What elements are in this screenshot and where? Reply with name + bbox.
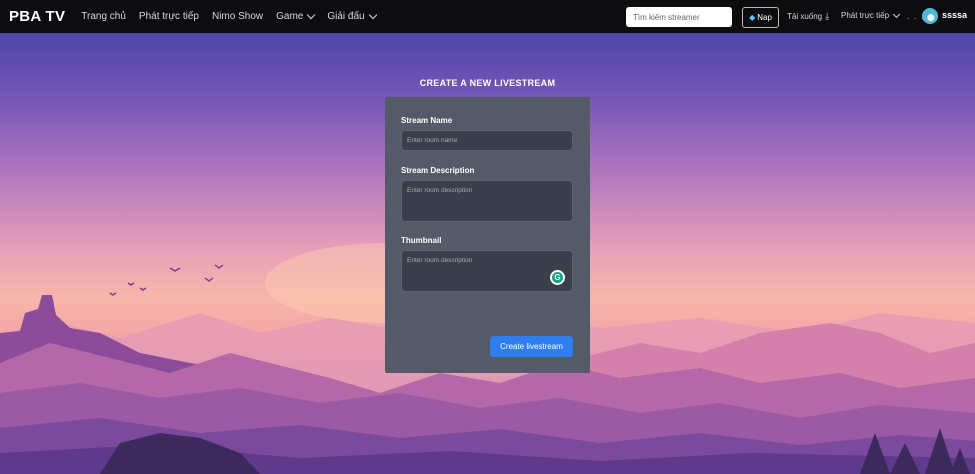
download-label: Tải xuống bbox=[787, 12, 823, 21]
avatar[interactable] bbox=[922, 8, 938, 24]
stream-description-label: Stream Description bbox=[401, 166, 475, 175]
nav-link-label: Giải đấu bbox=[327, 11, 365, 22]
nav-link-label: Trang chủ bbox=[81, 11, 126, 22]
nav-link-live[interactable]: Phát trực tiếp bbox=[139, 11, 199, 22]
thumbnail-textarea[interactable] bbox=[401, 250, 573, 292]
chevron-down-icon bbox=[893, 10, 901, 18]
search-input[interactable] bbox=[626, 7, 732, 27]
download-icon: ⤓ bbox=[825, 11, 830, 21]
page-title: CREATE A NEW LIVESTREAM bbox=[419, 78, 556, 88]
grammarly-icon[interactable]: G bbox=[550, 270, 565, 285]
live-label: Phát trực tiếp bbox=[841, 11, 890, 20]
nap-label: Nap bbox=[757, 13, 772, 22]
stream-name-label: Stream Name bbox=[401, 116, 453, 125]
create-livestream-form: Stream Name Stream Description Thumbnail bbox=[385, 97, 590, 373]
stream-name-input[interactable] bbox=[401, 130, 573, 151]
nav-link-tournament[interactable]: Giải đấu bbox=[327, 10, 377, 22]
site-logo[interactable]: PBA TV bbox=[9, 8, 65, 25]
username[interactable]: ssssa bbox=[942, 10, 967, 20]
stream-description-textarea[interactable] bbox=[401, 180, 573, 222]
nav-link-nimo-show[interactable]: Nimo Show bbox=[212, 11, 263, 22]
download-link[interactable]: Tải xuống ⤓ bbox=[787, 11, 829, 22]
nav-link-home[interactable]: Trang chủ bbox=[81, 11, 126, 22]
nav-link-label: Phát trực tiếp bbox=[138, 11, 199, 22]
top-navbar: PBA TV Trang chủ Phát trực tiếp Nimo Sho… bbox=[0, 0, 975, 33]
nav-link-label: Nimo Show bbox=[211, 11, 264, 22]
thumbnail-label: Thumbnail bbox=[401, 236, 442, 245]
nav-link-label: Game bbox=[276, 11, 304, 22]
nav-link-game[interactable]: Game bbox=[276, 10, 316, 22]
live-dropdown[interactable]: Phát trực tiếp bbox=[841, 10, 901, 20]
chevron-down-icon bbox=[307, 10, 316, 20]
gem-icon: ◆ bbox=[749, 13, 756, 22]
nap-button[interactable]: ◆ Nap bbox=[742, 7, 779, 28]
chevron-down-icon bbox=[368, 10, 377, 20]
create-livestream-button[interactable]: Create livestream bbox=[490, 336, 573, 357]
